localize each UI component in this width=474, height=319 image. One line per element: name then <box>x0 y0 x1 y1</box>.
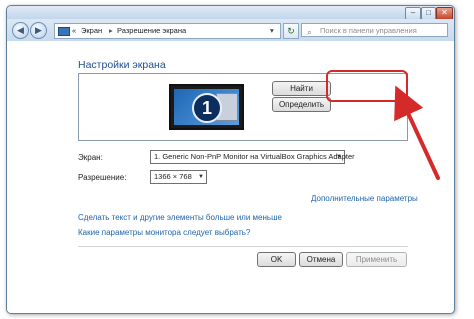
search-icon: ⌕ <box>307 27 313 37</box>
monitor-thumbnail[interactable]: 1 <box>169 84 244 130</box>
address-dropdown-icon[interactable]: ▾ <box>270 25 274 37</box>
highlight-box <box>326 70 408 102</box>
resolution-label: Разрешение: <box>78 173 127 182</box>
identify-button[interactable]: Определить <box>272 97 331 112</box>
monitor-number-badge: 1 <box>192 93 222 123</box>
resolution-select[interactable]: 1366 × 768 ▼ <box>150 170 207 184</box>
text-size-link[interactable]: Сделать текст и другие элементы больше и… <box>78 213 282 222</box>
window: – □ ✕ ◀ ▶ « Экран ▸ Разрешение экрана ▾ … <box>6 5 455 314</box>
address-bar[interactable]: « Экран ▸ Разрешение экрана ▾ <box>54 23 281 39</box>
screen-label: Экран: <box>78 153 103 162</box>
breadcrumb-separator: « <box>72 26 77 35</box>
ok-button[interactable]: OK <box>257 252 296 267</box>
forward-icon[interactable]: ▶ <box>30 22 47 39</box>
refresh-icon[interactable]: ↻ <box>283 23 299 39</box>
monitor-screen: 1 <box>174 89 239 125</box>
back-icon[interactable]: ◀ <box>12 22 29 39</box>
search-input[interactable]: ⌕ Поиск в панели управления <box>301 23 448 37</box>
dropdown-arrow-icon: ▼ <box>198 174 204 180</box>
resolution-select-value: 1366 × 768 <box>154 172 192 181</box>
breadcrumb-resolution[interactable]: Разрешение экрана <box>117 25 186 37</box>
divider <box>78 246 408 247</box>
monitor-settings-help-link[interactable]: Какие параметры монитора следует выбрать… <box>78 228 250 237</box>
dropdown-arrow-icon: ▼ <box>336 154 342 160</box>
search-placeholder: Поиск в панели управления <box>320 26 417 35</box>
apply-button[interactable]: Применить <box>346 252 407 267</box>
advanced-settings-link[interactable]: Дополнительные параметры <box>311 194 418 203</box>
screen-select-value: 1. Generic Non-PnP Monitor на VirtualBox… <box>154 152 355 161</box>
monitor-icon <box>58 27 70 36</box>
breadcrumb-screen[interactable]: Экран <box>81 25 102 37</box>
find-button[interactable]: Найти <box>272 81 331 96</box>
title-bar: – □ ✕ <box>7 6 454 20</box>
screen-select[interactable]: 1. Generic Non-PnP Monitor на VirtualBox… <box>150 150 355 164</box>
breadcrumb-arrow: ▸ <box>109 26 113 35</box>
navigation-bar: ◀ ▶ « Экран ▸ Разрешение экрана ▾ ↻ ⌕ По… <box>7 19 454 41</box>
page-title: Настройки экрана <box>78 59 166 71</box>
cancel-button[interactable]: Отмена <box>299 252 343 267</box>
